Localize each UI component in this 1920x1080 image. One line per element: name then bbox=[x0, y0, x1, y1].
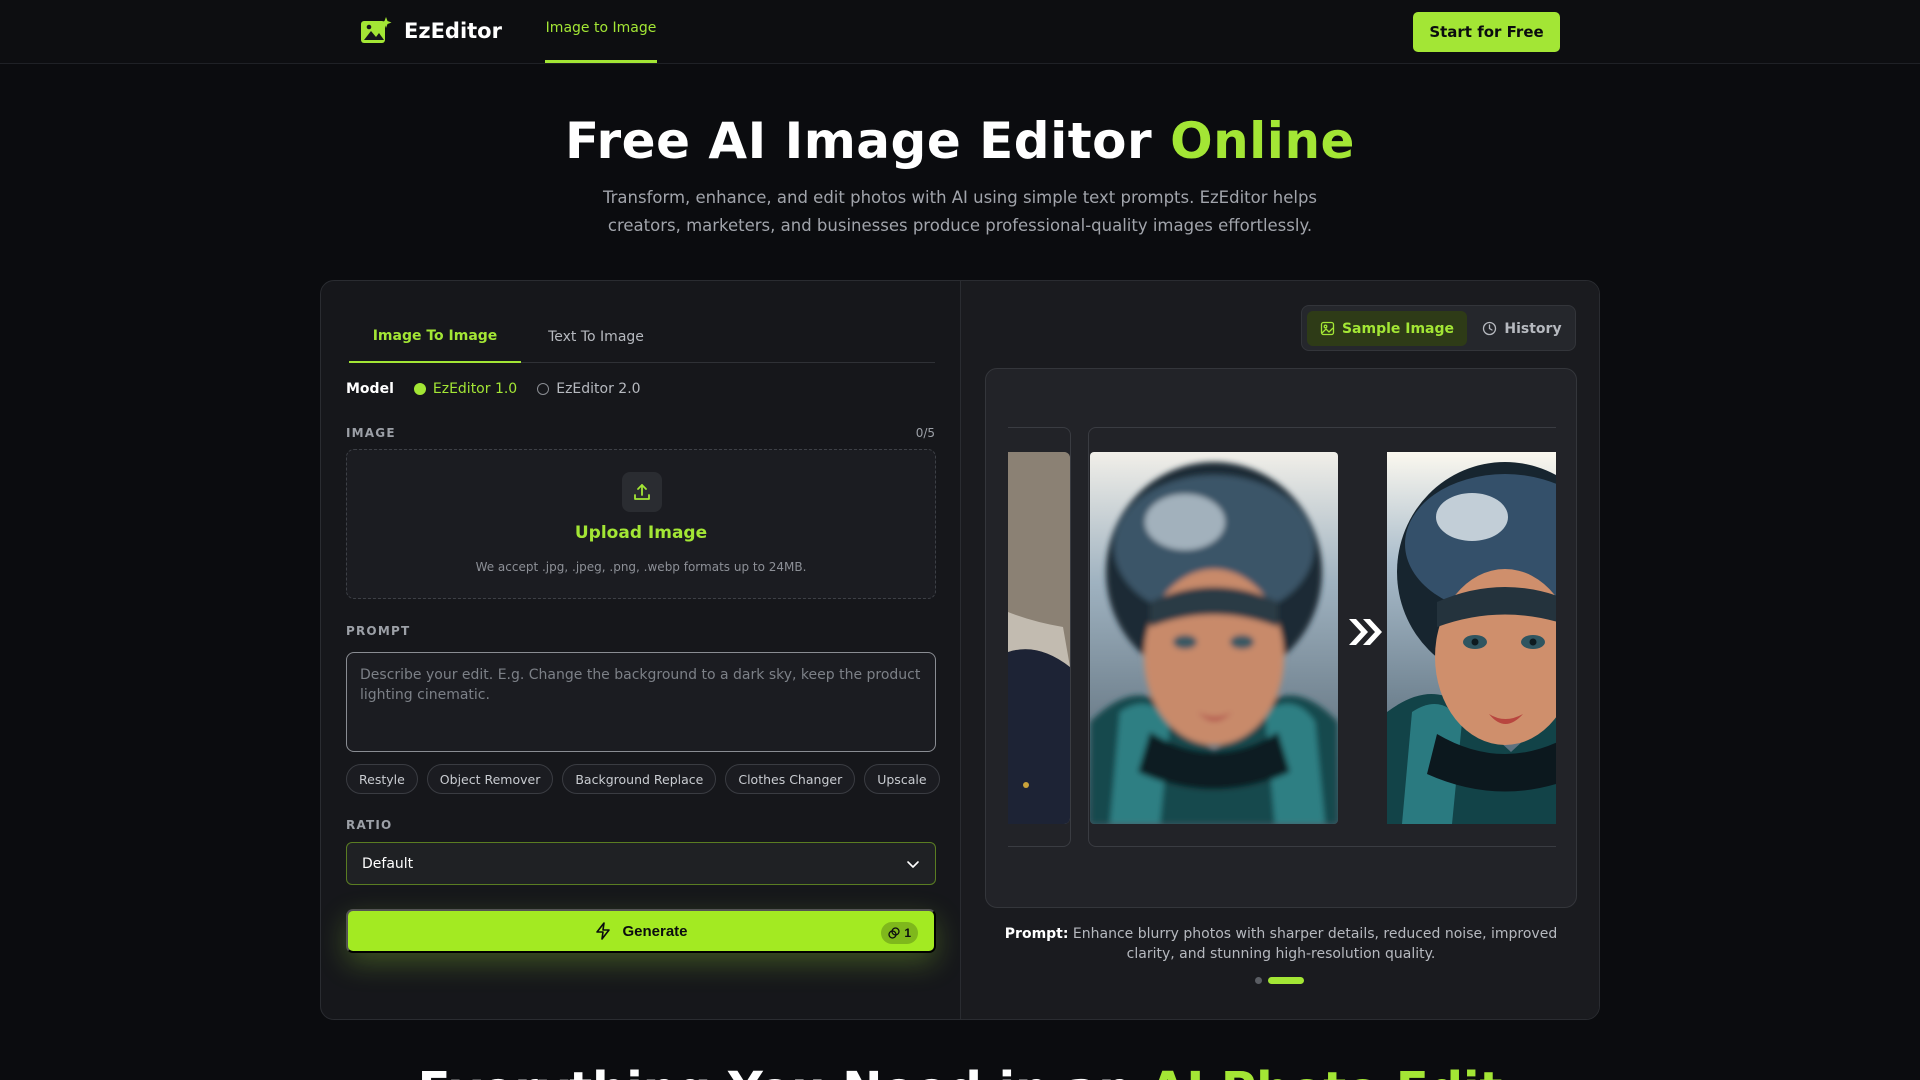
generate-button[interactable]: Generate 1 bbox=[346, 909, 936, 953]
ratio-select-value: Default bbox=[362, 855, 414, 872]
editor-card: Image To Image Text To Image Model EzEdi… bbox=[320, 280, 1600, 1020]
brand-logo[interactable]: EzEditor bbox=[360, 16, 502, 46]
history-label: History bbox=[1504, 320, 1562, 337]
sample-carousel[interactable] bbox=[985, 368, 1577, 908]
model-option-label: EzEditor 2.0 bbox=[556, 381, 641, 397]
brand-name: EzEditor bbox=[404, 19, 502, 43]
history-button[interactable]: History bbox=[1472, 311, 1572, 346]
chevron-down-icon bbox=[907, 861, 919, 868]
carousel-dot-active[interactable] bbox=[1268, 977, 1304, 984]
image-sparkle-icon bbox=[361, 17, 392, 43]
generate-label: Generate bbox=[622, 922, 688, 940]
clock-icon bbox=[1483, 321, 1497, 336]
carousel-track bbox=[1008, 427, 1556, 847]
sample-image-label: Sample Image bbox=[1341, 320, 1455, 337]
preview-toggle: Sample Image History bbox=[1301, 305, 1576, 351]
chip-clothes-changer[interactable]: Clothes Changer bbox=[725, 764, 856, 794]
caption-text: Enhance blurry photos with sharper detai… bbox=[1068, 926, 1558, 962]
start-for-free-button[interactable]: Start for Free bbox=[1413, 12, 1560, 52]
before-image-blurry bbox=[1090, 452, 1338, 824]
nav-link-image-to-image[interactable]: Image to Image bbox=[545, 0, 657, 63]
model-option-ezeditor-1[interactable]: EzEditor 1.0 bbox=[413, 381, 518, 397]
chip-restyle[interactable]: Restyle bbox=[346, 764, 418, 794]
hero-title-main: Free AI Image Editor bbox=[565, 112, 1171, 170]
tab-text-to-image[interactable]: Text To Image bbox=[521, 311, 671, 363]
features-title-accent: AI Photo Edit bbox=[1149, 1062, 1502, 1080]
model-option-label: EzEditor 1.0 bbox=[432, 381, 518, 397]
caption-label: Prompt: bbox=[1004, 926, 1069, 942]
image-upload-dropzone[interactable]: Upload Image We accept .jpg, .jpeg, .png… bbox=[346, 449, 936, 599]
chip-upscale[interactable]: Upscale bbox=[864, 764, 940, 794]
image-icon bbox=[1320, 321, 1335, 336]
features-title-main: Everything You Need in an bbox=[418, 1062, 1150, 1080]
credit-cost-badge: 1 bbox=[881, 922, 918, 944]
model-selector: Model EzEditor 1.0 EzEditor 2.0 bbox=[346, 381, 641, 397]
features-section-title: Everything You Need in an AI Photo Edit bbox=[0, 1062, 1920, 1080]
credit-coin-icon bbox=[888, 927, 900, 939]
double-chevron-right-icon bbox=[1349, 619, 1382, 645]
image-section-label: IMAGE bbox=[346, 426, 396, 440]
chip-object-remover[interactable]: Object Remover bbox=[426, 764, 554, 794]
sample-image-button[interactable]: Sample Image bbox=[1307, 311, 1467, 346]
hero-subtitle: Transform, enhance, and edit photos with… bbox=[602, 188, 1318, 235]
prompt-textarea[interactable]: Describe your edit. E.g. Change the back… bbox=[346, 652, 936, 752]
tab-image-to-image[interactable]: Image To Image bbox=[349, 311, 521, 363]
lightning-icon bbox=[596, 922, 611, 940]
after-image-sharp bbox=[1387, 452, 1556, 824]
model-label: Model bbox=[346, 381, 394, 397]
editor-form-panel: Image To Image Text To Image Model EzEdi… bbox=[321, 281, 960, 1019]
preview-panel: Sample Image History Prompt: Enhance blu… bbox=[961, 281, 1599, 1019]
upload-format-hint: We accept .jpg, .jpeg, .png, .webp forma… bbox=[475, 560, 807, 574]
image-count: 0/5 bbox=[915, 426, 935, 440]
radio-selected-icon bbox=[413, 383, 426, 395]
preset-chips: Restyle Object Remover Background Replac… bbox=[346, 764, 940, 794]
top-nav: EzEditor Image to Image Start for Free bbox=[0, 0, 1920, 64]
carousel-dot[interactable] bbox=[1255, 977, 1262, 984]
chip-background-replace[interactable]: Background Replace bbox=[562, 764, 717, 794]
model-option-ezeditor-2[interactable]: EzEditor 2.0 bbox=[537, 381, 641, 397]
hero-title-accent: Online bbox=[1170, 112, 1355, 170]
hero-title: Free AI Image Editor Online bbox=[0, 112, 1920, 170]
mode-tabs: Image To Image Text To Image bbox=[349, 311, 935, 363]
prompt-section-label: PROMPT bbox=[346, 624, 411, 638]
carousel-pagination bbox=[1255, 977, 1304, 984]
upload-image-title: Upload Image bbox=[574, 523, 708, 543]
upload-icon bbox=[622, 472, 662, 512]
previous-slide-image bbox=[1008, 452, 1070, 824]
ratio-select[interactable]: Default bbox=[346, 842, 936, 885]
radio-unselected-icon bbox=[537, 383, 550, 395]
sample-prompt-caption: Prompt: Enhance blurry photos with sharp… bbox=[985, 924, 1577, 964]
credit-cost-value: 1 bbox=[904, 926, 911, 940]
ratio-section-label: RATIO bbox=[346, 818, 393, 832]
